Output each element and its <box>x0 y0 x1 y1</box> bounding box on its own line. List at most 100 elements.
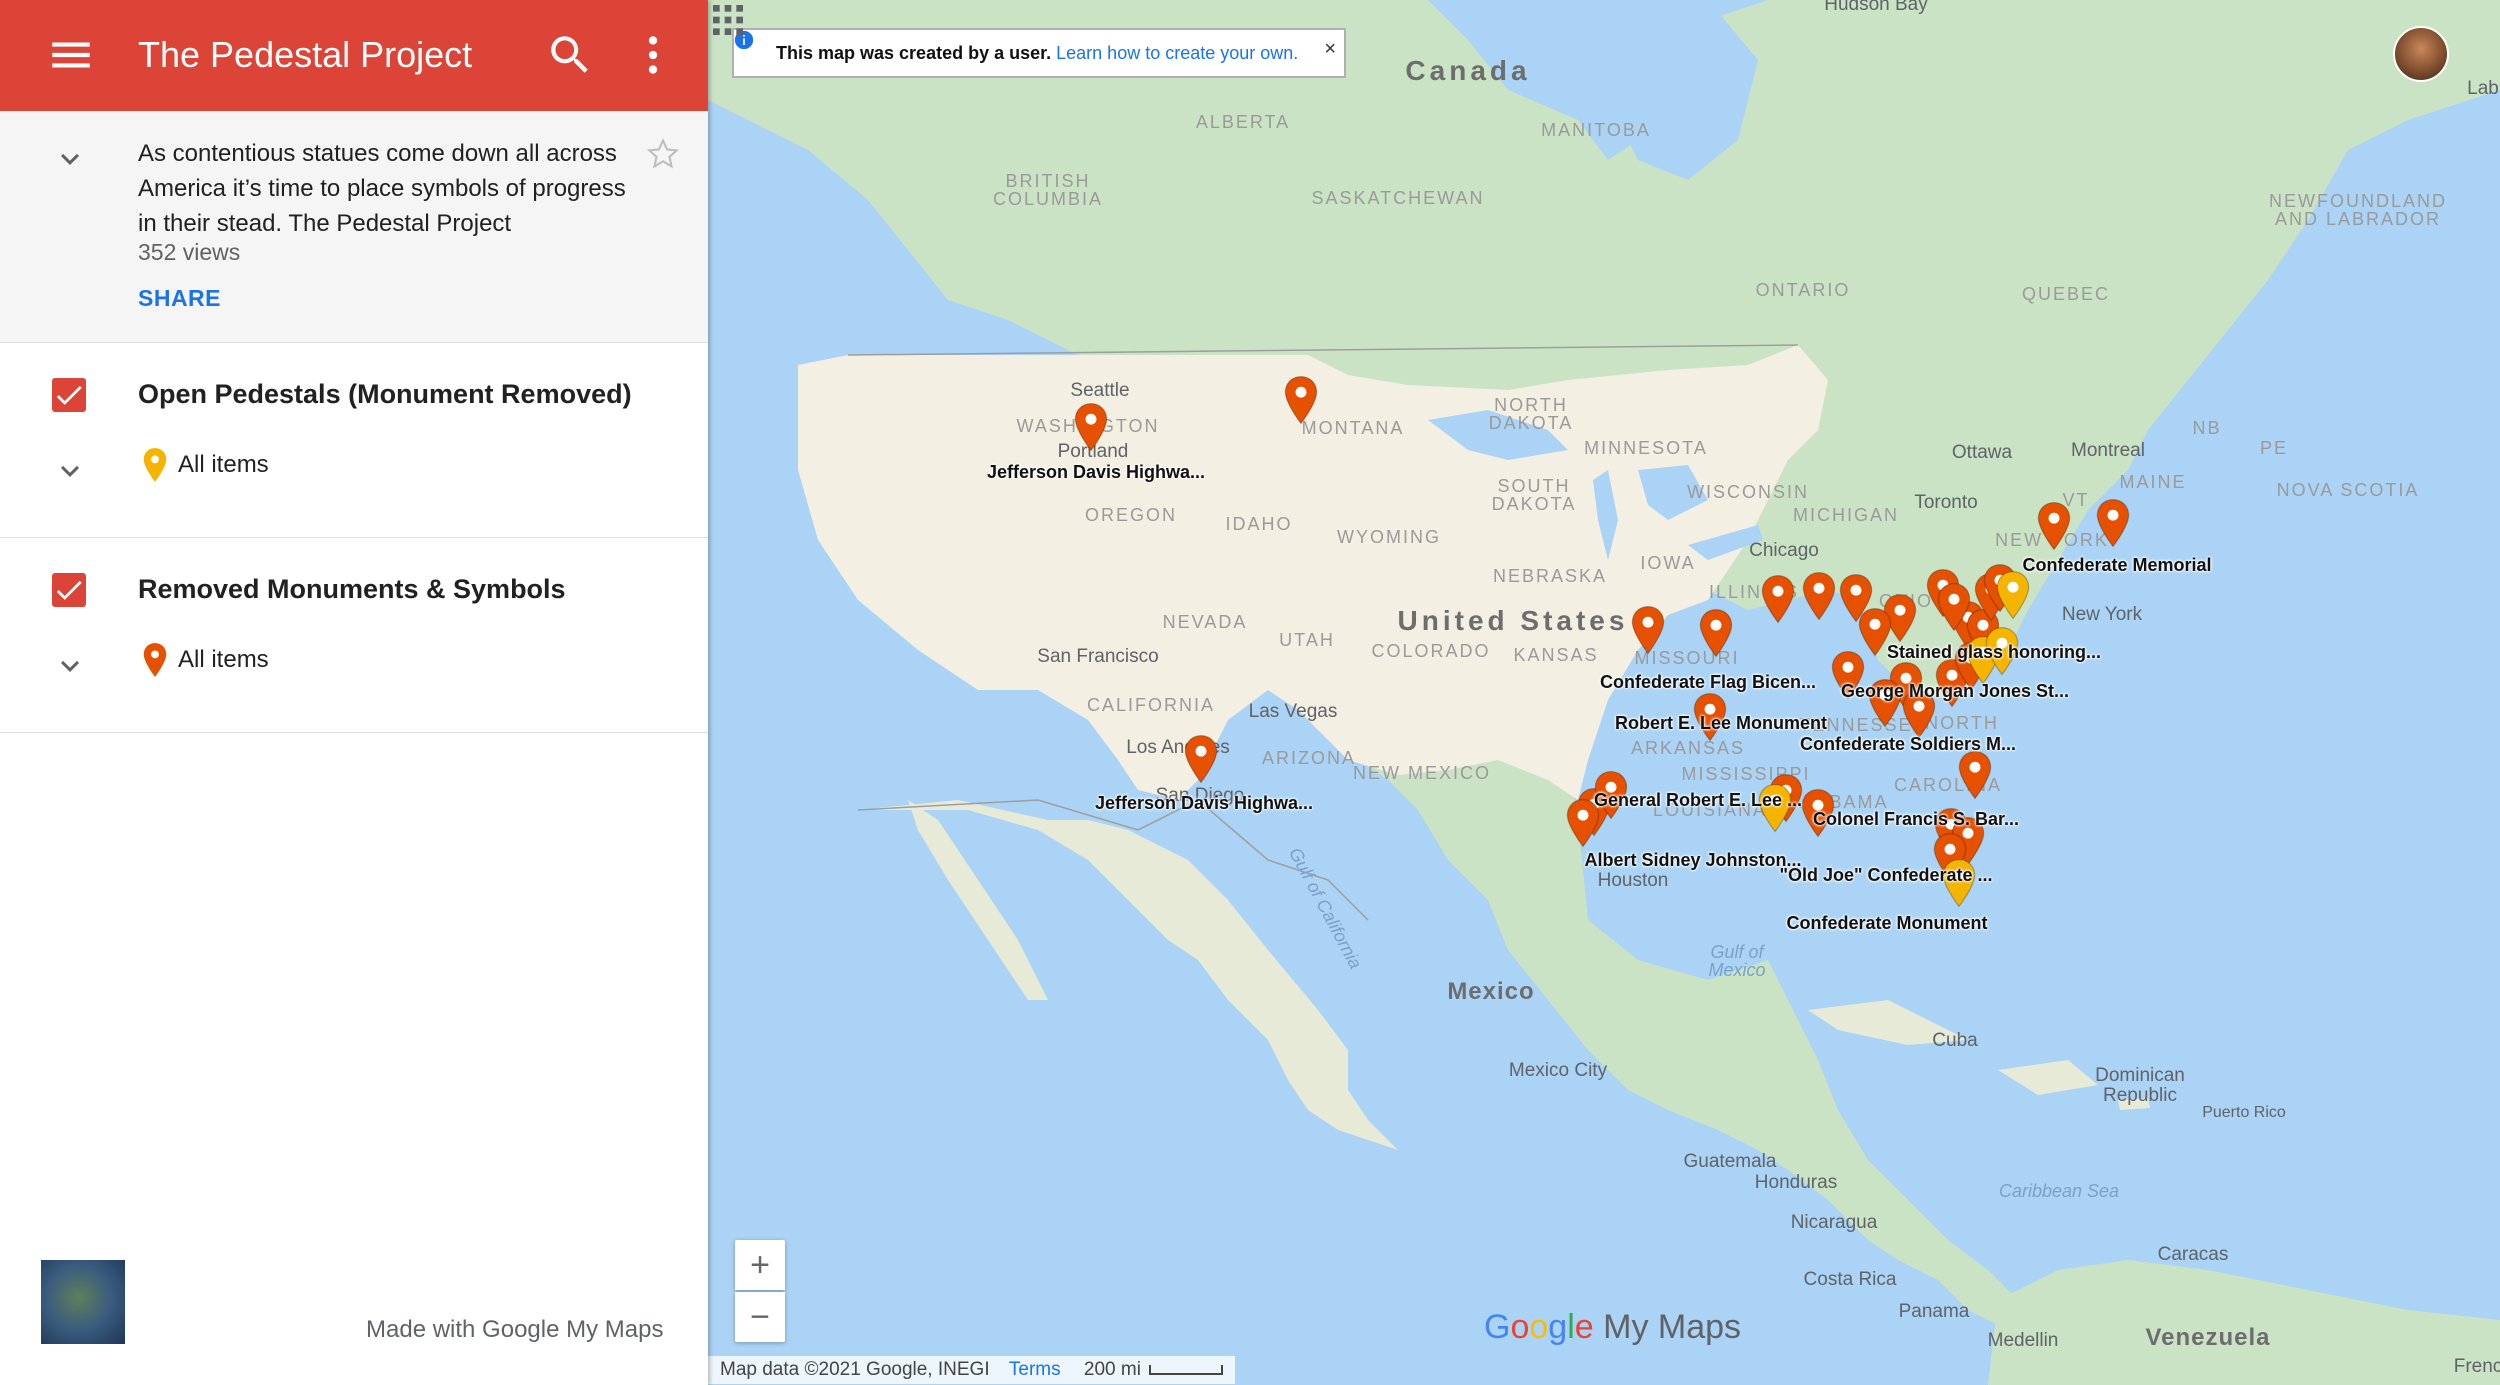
chevron-down-icon[interactable] <box>52 648 88 684</box>
layer-removed-monuments: Removed Monuments & Symbols All items <box>0 538 708 733</box>
orange-map-pin-icon[interactable] <box>1956 750 1994 800</box>
region-label: PE <box>2259 438 2289 458</box>
orange-map-pin-icon[interactable] <box>2094 498 2132 548</box>
orange-map-pin-icon[interactable] <box>1800 571 1838 621</box>
marker-label[interactable]: George Morgan Jones St... <box>1841 681 2069 702</box>
region-label: ALBERTA <box>1195 112 1291 132</box>
country-label-mexico: Mexico <box>1447 978 1535 1005</box>
map-canvas[interactable]: Canada United States Mexico ALBERTA BRIT… <box>708 0 2500 1385</box>
layer-all-items[interactable]: All items <box>178 451 269 479</box>
map-data-credit: Map data ©2021 Google, INEGI <box>720 1359 990 1380</box>
city-label: Ottawa <box>1951 442 2013 463</box>
chevron-down-icon[interactable] <box>52 453 88 489</box>
region-label: SOUTH DAKOTA <box>1491 476 1577 514</box>
region-label: IDAHO <box>1225 514 1293 534</box>
menu-icon[interactable] <box>46 30 96 80</box>
city-label: Las Vegas <box>1248 701 1338 722</box>
city-label: Honduras <box>1754 1172 1838 1193</box>
my-maps-logo-text: My Maps <box>1593 1308 1742 1346</box>
region-label: CALIFORNIA <box>1086 695 1216 715</box>
google-logo-text: Google <box>1484 1308 1594 1346</box>
region-label: MICHIGAN <box>1793 505 1899 525</box>
marker-label[interactable]: Confederate Flag Bicen... <box>1600 672 1816 693</box>
region-label: BRITISH COLUMBIA <box>992 171 1104 209</box>
country-label-canada: Canada <box>1405 55 1531 86</box>
marker-label[interactable]: Jefferson Davis Highwa... <box>1095 793 1313 814</box>
zoom-in-button[interactable]: + <box>735 1240 785 1290</box>
region-label: SASKATCHEWAN <box>1311 188 1485 208</box>
orange-map-pin-icon[interactable] <box>1282 375 1320 425</box>
layer-title[interactable]: Removed Monuments & Symbols <box>138 574 566 605</box>
marker-label[interactable]: Confederate Monument <box>1786 913 1987 934</box>
orange-map-pin-icon[interactable] <box>1697 608 1735 658</box>
region-label: NEVADA <box>1162 612 1248 632</box>
made-with-link[interactable]: Made with Google My Maps <box>366 1316 663 1344</box>
orange-map-pin-icon[interactable] <box>1182 734 1220 784</box>
map-attribution: Map data ©2021 Google, INEGI Terms 200 m… <box>708 1356 1235 1384</box>
marker-label[interactable]: Confederate Memorial <box>2022 555 2211 576</box>
avatar[interactable] <box>2393 26 2449 82</box>
city-label: Medellin <box>1987 1330 2059 1351</box>
region-label: NEW MEXICO <box>1352 763 1492 783</box>
yellow-map-pin-icon[interactable] <box>1994 570 2032 620</box>
region-label: COLORADO <box>1371 641 1491 661</box>
banner-message: This map was created by a user. Learn ho… <box>776 30 1298 76</box>
map-thumbnail[interactable] <box>41 1260 125 1344</box>
close-icon[interactable]: × <box>1324 26 1336 72</box>
marker-label[interactable]: Confederate Soldiers M... <box>1800 734 2016 755</box>
marker-label[interactable]: Jefferson Davis Highwa... <box>987 462 1205 483</box>
marker-label[interactable]: Stained glass honoring... <box>1887 642 2101 663</box>
scale-bar <box>1148 1364 1223 1375</box>
region-label: MAINE <box>2119 472 2187 492</box>
orange-map-pin-icon[interactable] <box>2035 501 2073 551</box>
water-label: Gulf of Mexico <box>1708 942 1766 980</box>
city-label: Guatemala <box>1683 1151 1777 1172</box>
collapse-chevron-icon[interactable] <box>52 141 88 177</box>
region-label: NOVA SCOTIA <box>2276 480 2420 500</box>
region-label: ONTARIO <box>1755 280 1851 300</box>
layer-checkbox[interactable] <box>52 573 86 607</box>
region-label: IOWA <box>1640 553 1696 573</box>
region-label: NEBRASKA <box>1492 566 1608 586</box>
orange-map-pin-icon[interactable] <box>1072 402 1110 452</box>
marker-label[interactable]: "Old Joe" Confederate ... <box>1779 865 1992 886</box>
city-label: Hudson Bay <box>1824 0 1928 15</box>
marker-label[interactable]: General Robert E. Lee ... <box>1594 790 1802 811</box>
layer-all-items[interactable]: All items <box>178 646 269 674</box>
city-label: Montreal <box>2071 440 2145 461</box>
map-title[interactable]: The Pedestal Project <box>138 30 472 80</box>
apps-grid-icon[interactable] <box>708 0 748 40</box>
layer-title[interactable]: Open Pedestals (Monument Removed) <box>138 379 632 410</box>
search-icon[interactable] <box>545 30 595 80</box>
country-label-venezuela: Venezuela <box>2145 1324 2271 1351</box>
region-label: OREGON <box>1084 505 1178 525</box>
info-banner: This map was created by a user. Learn ho… <box>732 28 1346 78</box>
checkmark-icon <box>56 580 82 600</box>
orange-map-pin-icon[interactable] <box>1759 574 1797 624</box>
marker-label[interactable]: Colonel Francis S. Bar... <box>1813 809 2019 830</box>
layer-checkbox[interactable] <box>52 378 86 412</box>
marker-label[interactable]: Robert E. Lee Monument <box>1615 713 1827 734</box>
city-label: Chicago <box>1749 540 1819 561</box>
region-label: MINNESOTA <box>1584 438 1708 458</box>
marker-label[interactable]: Albert Sidney Johnston... <box>1584 850 1801 871</box>
city-label: Dominican Republic <box>2095 1065 2185 1106</box>
region-label: NEWFOUNDLAND AND LABRADOR <box>2268 191 2448 229</box>
more-options-icon[interactable] <box>628 30 678 80</box>
city-label: Panama <box>1898 1301 1970 1322</box>
view-count: 352 views <box>138 239 241 265</box>
orange-map-pin-icon[interactable] <box>1935 582 1973 632</box>
city-label: Nicaragua <box>1790 1212 1878 1233</box>
terms-link[interactable]: Terms <box>1009 1359 1061 1380</box>
city-label: Cuba <box>1932 1030 1978 1051</box>
city-label: Caracas <box>2157 1244 2229 1265</box>
city-label: Frenc <box>2453 1356 2500 1377</box>
star-icon[interactable] <box>644 135 682 173</box>
learn-more-link[interactable]: Learn how to create your own. <box>1056 43 1298 63</box>
checkmark-icon <box>56 385 82 405</box>
orange-map-pin-icon[interactable] <box>1629 605 1667 655</box>
scale-label[interactable]: 200 mi <box>1084 1359 1141 1380</box>
share-button[interactable]: SHARE <box>138 285 221 312</box>
region-label: KANSAS <box>1513 645 1599 665</box>
zoom-out-button[interactable]: − <box>735 1292 785 1342</box>
